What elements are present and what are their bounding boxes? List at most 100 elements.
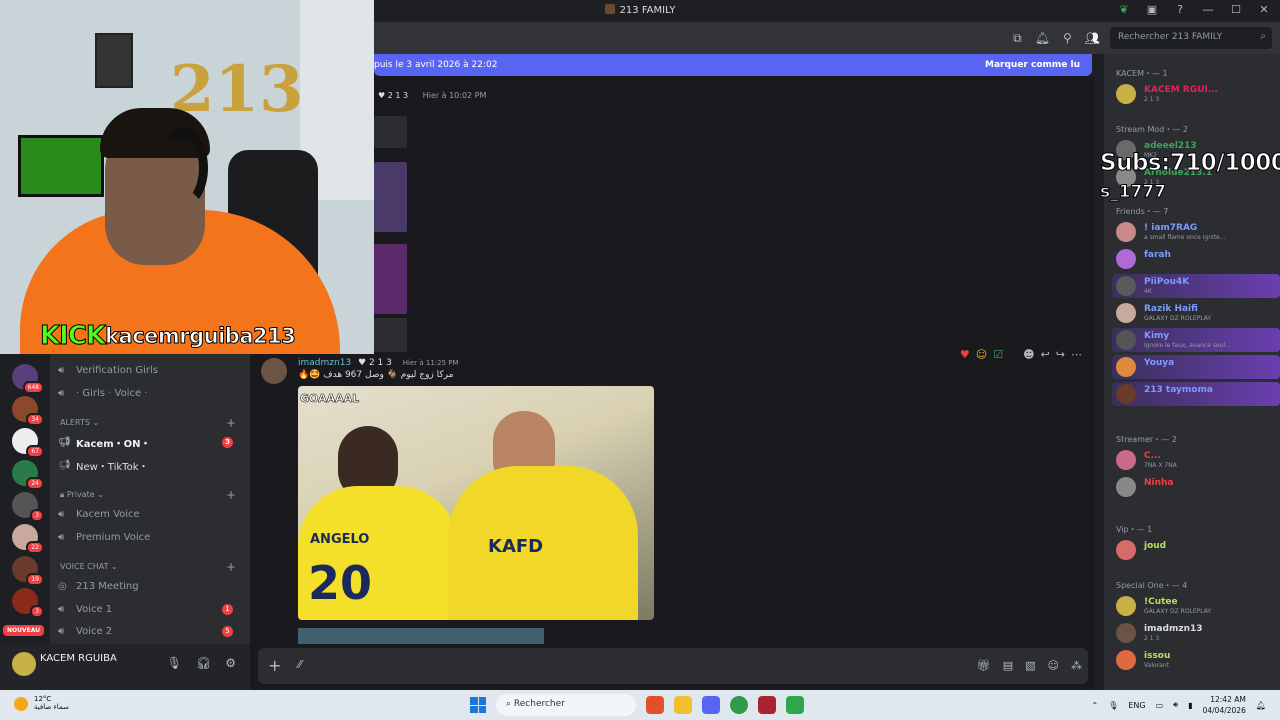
message-attachment[interactable] bbox=[298, 628, 544, 644]
member-item[interactable]: ! iam7RAG a small flame once ignite... bbox=[1112, 220, 1280, 244]
message-gif[interactable]: ANGELO 20 KAFD GOAAAAL bbox=[298, 386, 654, 620]
member-item[interactable]: farah bbox=[1112, 247, 1280, 271]
new-messages-bar[interactable]: puis le 3 avril 2026 à 22:02 Marquer com… bbox=[374, 54, 1092, 76]
add-reaction-icon[interactable]: ☻ bbox=[1023, 348, 1034, 361]
app-icon[interactable] bbox=[786, 696, 804, 714]
mini-card bbox=[374, 162, 407, 232]
forward-icon[interactable]: ↪ bbox=[1056, 348, 1065, 361]
windows-start-icon[interactable] bbox=[470, 697, 486, 713]
reply-icon[interactable]: ↩ bbox=[1041, 348, 1050, 361]
bell-icon[interactable]: 🔔︎ bbox=[1035, 31, 1050, 46]
category-private[interactable]: 🔒︎ Private ⌄ + bbox=[60, 488, 240, 502]
member-item[interactable]: 213 taymoma bbox=[1112, 382, 1280, 406]
pin-icon[interactable]: ⚲ bbox=[1063, 31, 1072, 46]
member-item[interactable]: issou Valorant bbox=[1112, 648, 1280, 672]
speaker-icon: 🔊︎ bbox=[58, 603, 65, 615]
file-explorer-icon[interactable] bbox=[674, 696, 692, 714]
sticker-icon[interactable]: ▧ bbox=[1025, 659, 1035, 672]
member-status: a small flame once ignite... bbox=[1144, 234, 1226, 241]
member-item[interactable]: PiiPou4K 4K bbox=[1112, 274, 1280, 298]
gift-icon[interactable]: 🎁︎ bbox=[977, 659, 991, 672]
member-item[interactable]: Youya bbox=[1112, 355, 1280, 379]
message-input[interactable]: + ⁄⁄ 🎁︎ ▤ ▧ ☺ ⁂ bbox=[258, 648, 1088, 684]
heart-reaction-icon[interactable]: ♥ bbox=[960, 348, 970, 361]
acrobat-icon[interactable] bbox=[758, 696, 776, 714]
chrome-icon[interactable] bbox=[730, 696, 748, 714]
channel-new-tiktok[interactable]: 📢︎ New・TikTok・ bbox=[58, 456, 243, 474]
avatar[interactable] bbox=[12, 652, 36, 676]
category-voice-chat[interactable]: VOICE CHAT ⌄ + bbox=[60, 560, 240, 574]
avatar[interactable] bbox=[261, 358, 287, 384]
member-item[interactable]: Razik Haifi GALAXY DZ ROLEPLAY bbox=[1112, 301, 1280, 325]
channel-voice-2[interactable]: 🔊︎ Voice 25 bbox=[58, 622, 243, 640]
server-icon-3[interactable]: 67 bbox=[12, 428, 44, 458]
discord-icon[interactable] bbox=[702, 696, 720, 714]
server-icon-6[interactable]: 22 bbox=[12, 524, 44, 554]
more-icon[interactable]: ⋯ bbox=[1071, 348, 1082, 361]
mark-as-read-button[interactable]: Marquer comme lu bbox=[985, 60, 1080, 70]
server-icon-7[interactable]: 19 bbox=[12, 556, 44, 586]
message-author[interactable]: imadmzn13 bbox=[298, 358, 351, 368]
user-panel: KACEM RGUIBA 🎙︎ 🎧︎ ⚙ bbox=[0, 644, 250, 690]
chevron-up-icon[interactable]: ⌃ bbox=[1091, 701, 1098, 710]
search-input[interactable]: Rechercher 213 FAMILY ⌕ bbox=[1110, 27, 1272, 49]
notifications-icon[interactable]: 🔔︎ bbox=[1256, 701, 1266, 710]
member-item[interactable]: imadmzn13 2 1 3 bbox=[1112, 621, 1280, 645]
maximize-button[interactable]: ☐ bbox=[1228, 3, 1244, 16]
minimize-button[interactable]: — bbox=[1200, 3, 1216, 16]
brave-icon[interactable] bbox=[646, 696, 664, 714]
members-icon[interactable]: 👥︎ bbox=[1085, 31, 1100, 46]
channel-girls-voice[interactable]: 🔊︎ · Girls · Voice · bbox=[58, 384, 243, 402]
add-channel-icon[interactable]: + bbox=[226, 416, 236, 430]
member-item[interactable]: Ninha bbox=[1112, 475, 1280, 499]
channel-voice-1[interactable]: 🔊︎ Voice 11 bbox=[58, 600, 243, 618]
close-button[interactable]: ✕ bbox=[1256, 3, 1272, 16]
microphone-icon[interactable]: 🎙︎ bbox=[1108, 701, 1118, 710]
server-icon-5[interactable]: 3 bbox=[12, 492, 44, 522]
channel-premium-voice[interactable]: 🔊︎ Premium Voice bbox=[58, 528, 243, 546]
channel-header: ⧉ 🔔︎ ⚲ 👥︎ Rechercher 213 FAMILY ⌕ bbox=[374, 22, 1280, 54]
taskbar-search[interactable]: ⌕ Rechercher bbox=[496, 694, 636, 716]
check-reaction-icon[interactable]: ☑ bbox=[993, 348, 1003, 361]
member-item[interactable]: Kimy Ignore le faux, avance seul... bbox=[1112, 328, 1280, 352]
apps-grid-icon[interactable]: ⁂ bbox=[1071, 659, 1082, 672]
headphones-icon[interactable]: 🎧︎ bbox=[196, 656, 211, 670]
add-channel-icon[interactable]: + bbox=[226, 560, 236, 574]
new-badge[interactable]: NOUVEAU bbox=[3, 625, 45, 636]
language-indicator[interactable]: ENG bbox=[1128, 701, 1145, 710]
server-icon bbox=[604, 4, 615, 14]
server-icon-8[interactable]: 3 bbox=[12, 588, 44, 618]
message-header: imadmzn13 ♥ 2 1 3 Hier à 11:25 PM bbox=[298, 358, 459, 368]
help-icon[interactable]: ? bbox=[1172, 3, 1188, 16]
inbox-icon[interactable]: ▣ bbox=[1144, 3, 1160, 16]
weather-widget[interactable]: 12°C سماء صافية bbox=[14, 695, 69, 711]
server-icon-1[interactable]: 648 bbox=[12, 364, 44, 394]
member-item[interactable]: KACEM RGUI... 2 1 3 bbox=[1112, 82, 1280, 106]
member-item[interactable]: joud bbox=[1112, 538, 1280, 562]
emoji-icon[interactable]: ☺ bbox=[1048, 659, 1059, 672]
volume-icon[interactable]: 🔊︎ bbox=[1173, 700, 1178, 710]
channel-verification-girls[interactable]: 🔊︎ Verification Girls bbox=[58, 361, 243, 379]
server-icon-4[interactable]: 24 bbox=[12, 460, 44, 490]
gear-icon[interactable]: ⚙ bbox=[225, 656, 236, 670]
add-channel-icon[interactable]: + bbox=[226, 488, 236, 502]
member-item[interactable]: C... 7NA X 7NA bbox=[1112, 448, 1280, 472]
channel-kacem-on[interactable]: 📢︎ Kacem・ON・ 3 bbox=[58, 433, 243, 451]
gif-icon[interactable]: ▤ bbox=[1003, 659, 1013, 672]
threads-icon[interactable]: ⧉ bbox=[1013, 31, 1022, 46]
microphone-icon[interactable]: 🎙︎ bbox=[167, 656, 182, 670]
laugh-reaction-icon[interactable]: ☺ bbox=[976, 348, 987, 361]
mini-card bbox=[374, 116, 407, 148]
server-icon-2[interactable]: 34 bbox=[12, 396, 44, 426]
taskbar-apps: ⌕ Rechercher bbox=[470, 694, 804, 716]
apps-icon[interactable]: ⁄⁄ bbox=[298, 658, 302, 671]
category-alerts[interactable]: ALERTS ⌄ + bbox=[60, 416, 240, 430]
attach-plus-icon[interactable]: + bbox=[268, 656, 281, 675]
member-item[interactable]: !Cutee GALAXY DZ ROLEPLAY bbox=[1112, 594, 1280, 618]
nitro-leaf-icon[interactable]: ❦ bbox=[1116, 3, 1132, 16]
channel-kacem-voice[interactable]: 🔊︎ Kacem Voice bbox=[58, 505, 243, 523]
clock[interactable]: 12:42 AM 04/04/2026 bbox=[1203, 694, 1246, 716]
battery-icon[interactable]: ▮ bbox=[1188, 701, 1192, 710]
network-icon[interactable]: ▭ bbox=[1156, 701, 1164, 710]
channel-213-meeting[interactable]: ◎ 213 Meeting bbox=[58, 577, 243, 595]
